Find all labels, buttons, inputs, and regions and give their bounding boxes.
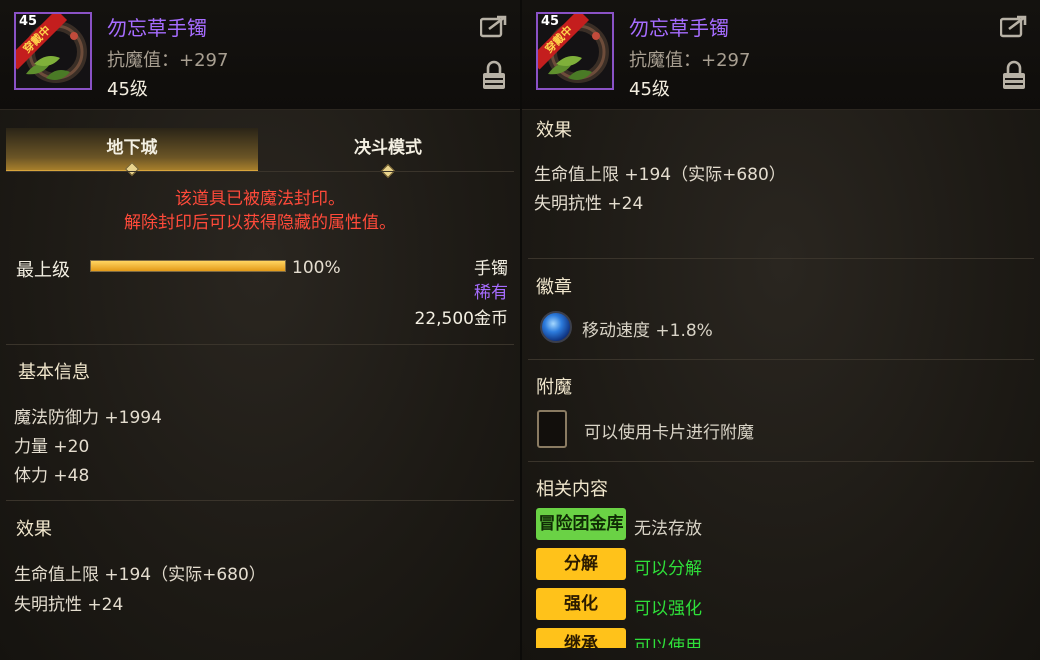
share-icon[interactable] <box>1000 14 1028 38</box>
enchant-card-slot-icon[interactable] <box>537 410 567 448</box>
badge-reinforce: 强化 <box>536 588 626 620</box>
upgrade-percent: 100% <box>292 258 341 278</box>
effects-title: 效果 <box>16 519 52 540</box>
emblem-stat: 移动速度 +1.8% <box>582 321 713 341</box>
status-adventure-bank: 无法存放 <box>634 519 702 539</box>
effect-line: 失明抗性 +24 <box>14 595 124 615</box>
item-tooltip-left: 45 穿戴中 勿忘草手镯 抗魔值：+297 45级 地下城 决斗模式 该道具已被… <box>0 0 520 660</box>
related-row-clip: 继承 可以使用 <box>522 628 1040 648</box>
item-level: 45级 <box>107 79 148 100</box>
upgrade-label: 最上级 <box>16 260 70 281</box>
related-title: 相关内容 <box>536 479 608 500</box>
divider <box>528 258 1034 259</box>
item-magic-resist: 抗魔值：+297 <box>107 50 229 71</box>
upgrade-progress-fill <box>91 261 285 271</box>
effect-line: 生命值上限 +194（实际+680） <box>14 565 266 585</box>
item-name: 勿忘草手镯 <box>629 16 729 40</box>
divider <box>528 461 1034 462</box>
seal-message-line-1: 该道具已被魔法封印。 <box>175 189 345 209</box>
item-icon[interactable]: 45 穿戴中 <box>14 12 92 90</box>
divider <box>528 359 1034 360</box>
emblem-title: 徽章 <box>536 277 572 298</box>
tab-pvp-label: 决斗模式 <box>354 138 422 158</box>
item-header: 45 穿戴中 勿忘草手镯 抗魔值：+297 45级 <box>0 0 520 110</box>
mode-tabs: 地下城 决斗模式 <box>6 128 514 179</box>
enchant-hint: 可以使用卡片进行附魔 <box>584 423 754 443</box>
item-header: 45 穿戴中 勿忘草手镯 抗魔值：+297 45级 <box>522 0 1040 110</box>
badge-disassemble: 分解 <box>536 548 626 580</box>
status-reinforce: 可以强化 <box>634 599 702 619</box>
effect-line: 失明抗性 +24 <box>534 194 644 214</box>
status-disassemble: 可以分解 <box>634 559 702 579</box>
effect-line: 生命值上限 +194（实际+680） <box>534 165 786 185</box>
basic-info-line: 魔法防御力 +1994 <box>14 408 162 428</box>
item-price: 22,500金币 <box>414 309 508 329</box>
badge-adventure-bank: 冒险团金库 <box>536 508 626 540</box>
item-level: 45级 <box>629 79 670 100</box>
item-category: 手镯 <box>474 259 508 279</box>
lock-icon[interactable] <box>482 60 506 90</box>
item-level-tag: 45 <box>19 14 38 29</box>
basic-info-title: 基本信息 <box>18 362 90 383</box>
item-name: 勿忘草手镯 <box>107 16 207 40</box>
enchant-title: 附魔 <box>536 377 572 398</box>
item-icon[interactable]: 45 穿戴中 <box>536 12 614 90</box>
item-magic-resist: 抗魔值：+297 <box>629 50 751 71</box>
seal-message-line-2: 解除封印后可以获得隐藏的属性值。 <box>124 213 396 233</box>
status-inherit: 可以使用 <box>634 637 702 648</box>
badge-inherit: 继承 <box>536 628 626 648</box>
basic-info-line: 力量 +20 <box>14 437 90 457</box>
basic-info-line: 体力 +48 <box>14 466 90 486</box>
emblem-orb-icon[interactable] <box>540 311 572 343</box>
tab-dungeon-label: 地下城 <box>106 138 158 158</box>
item-rarity: 稀有 <box>474 283 508 303</box>
tab-pvp[interactable]: 决斗模式 <box>262 128 514 179</box>
right-effects-title: 效果 <box>536 120 572 141</box>
item-level-tag: 45 <box>541 14 560 29</box>
tabs-divider <box>6 171 514 172</box>
share-icon[interactable] <box>480 14 508 38</box>
lock-icon[interactable] <box>1002 60 1026 90</box>
upgrade-progress-bar <box>90 260 286 272</box>
divider <box>6 500 514 501</box>
divider <box>6 344 514 345</box>
tab-dungeon[interactable]: 地下城 <box>6 128 258 177</box>
tab-dungeon-marker <box>124 161 140 177</box>
